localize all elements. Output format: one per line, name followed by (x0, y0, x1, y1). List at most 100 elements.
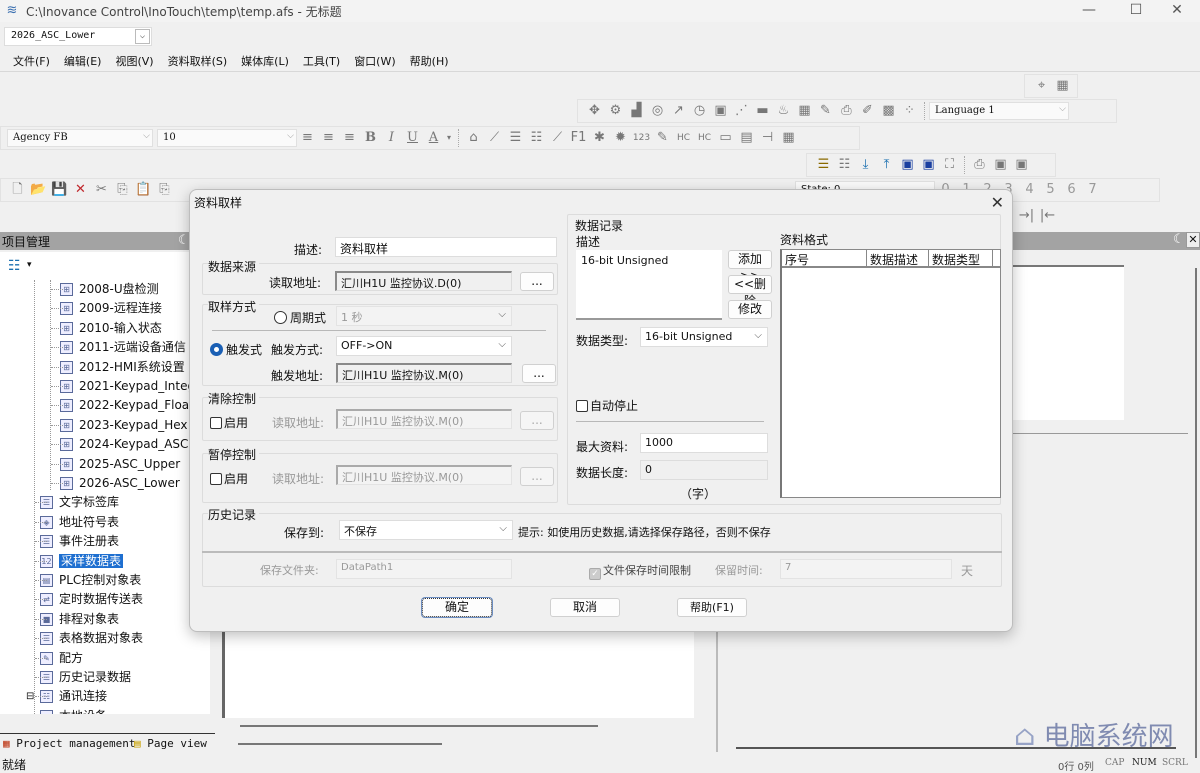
form-icon[interactable]: ▤ (736, 128, 757, 148)
tree-item[interactable]: ☰ 事件注册表 (35, 532, 119, 551)
xy-plot-icon[interactable]: ⋰ (731, 101, 752, 121)
menu-view[interactable]: 视图(V) (108, 50, 160, 72)
ok-button[interactable]: 确定 (422, 598, 492, 617)
trigger-mode-select[interactable]: OFF->ON ⌵ (336, 336, 512, 356)
italic-icon[interactable]: I (381, 128, 402, 148)
slider-icon[interactable]: ⊣ (757, 128, 778, 148)
language-select[interactable]: Language 1 ⌵ (929, 102, 1069, 120)
pen-icon[interactable]: ✐ (857, 101, 878, 121)
switch-icon[interactable]: ⟋ (484, 128, 505, 148)
column-header-index[interactable]: 序号 (782, 250, 867, 267)
tree-item[interactable]: ⊞ 2022-Keypad_Float (51, 396, 194, 415)
add-button[interactable]: 添加>> (728, 250, 772, 283)
chevron-down-icon[interactable]: ⌵ (143, 131, 150, 141)
column-header-description[interactable]: 数据描述 (867, 250, 929, 267)
bold-icon[interactable]: B (360, 128, 381, 148)
max-data-input[interactable]: 1000 (640, 433, 768, 453)
tree-item[interactable]: ⊞ 2008-U盘检测 (51, 280, 159, 299)
workspace-canvas[interactable] (1012, 265, 1124, 420)
chevron-down-icon[interactable]: ⌵ (1059, 104, 1066, 114)
offline-monitor-icon[interactable]: ▣ (918, 155, 939, 175)
state-7-button[interactable]: 7 (1082, 180, 1103, 200)
align-left-icon[interactable]: ≡ (297, 128, 318, 148)
upload-icon[interactable]: ⤒ (876, 155, 897, 175)
list-icon[interactable]: ☰ (505, 128, 526, 148)
save-icon[interactable]: 💾 (49, 180, 70, 200)
tab-project-management[interactable]: ▦ Project management (3, 737, 135, 750)
close-panel-icon[interactable]: ✕ (1186, 232, 1200, 248)
delete-icon[interactable]: ✕ (70, 180, 91, 200)
print-object-icon[interactable]: ⎙ (836, 101, 857, 121)
horizontal-scrollbar[interactable] (238, 743, 442, 745)
time-limit-checkbox[interactable]: ✓ 文件保存时间限制 (589, 562, 691, 580)
indicator-icon[interactable]: ✱ (589, 128, 610, 148)
save-folder-field[interactable]: DataPath1 (336, 559, 512, 579)
window-icon[interactable]: ▭ (715, 128, 736, 148)
record-desc-list[interactable]: 16-bit Unsigned (576, 250, 722, 320)
trigger-address-field[interactable]: 汇川H1U 监控协议.M(0) (336, 363, 512, 383)
state-6-button[interactable]: 6 (1061, 180, 1082, 200)
spinner-icon[interactable]: ⁘ (899, 101, 920, 121)
close-window-button[interactable]: ✕ (1154, 0, 1200, 22)
tree-item[interactable]: ✎ 配方 (35, 649, 83, 668)
table-object-icon[interactable]: ▦ (794, 101, 815, 121)
data-type-select[interactable]: 16-bit Unsigned ⌵ (640, 327, 768, 347)
monitor-icon[interactable]: ▬ (752, 101, 773, 121)
align-left-edge-icon[interactable]: |← (1037, 206, 1058, 226)
location-icon[interactable]: ⌖ (1031, 76, 1052, 96)
tree-item[interactable]: ⊞ 2026-ASC_Lower (51, 474, 180, 493)
note-icon[interactable]: ✎ (815, 101, 836, 121)
maximize-button[interactable]: ☐ (1113, 0, 1159, 22)
copy-icon[interactable]: ⎘ (112, 180, 133, 200)
tree-item[interactable]: ☰ 表格数据对象表 (35, 629, 143, 648)
page-view-canvas[interactable] (222, 632, 694, 718)
numeric-display-icon[interactable]: ▣ (710, 101, 731, 121)
matrix-icon[interactable]: ▩ (878, 101, 899, 121)
vertical-scrollbar[interactable] (1195, 268, 1197, 758)
tree-item[interactable]: ■ 排程对象表 (35, 610, 119, 629)
calendar-icon[interactable]: ▦ (778, 128, 799, 148)
move-icon[interactable]: ✥ (584, 101, 605, 121)
state-5-button[interactable]: 5 (1040, 180, 1061, 200)
clear-browse-button[interactable]: ... (520, 411, 554, 430)
tree-item[interactable]: ☰ 文字标签库 (35, 493, 119, 512)
menu-help[interactable]: 帮助(H) (403, 50, 456, 72)
character-input-icon[interactable]: HC (673, 128, 694, 148)
menu-window[interactable]: 窗口(W) (347, 50, 402, 72)
description-input[interactable]: 资料取样 (335, 237, 557, 257)
download-icon[interactable]: ⤓ (855, 155, 876, 175)
export-icon[interactable]: ▣ (990, 155, 1011, 175)
list-item[interactable]: 16-bit Unsigned (581, 254, 717, 267)
minimize-button[interactable]: — (1066, 0, 1112, 22)
pause-browse-button[interactable]: ... (520, 467, 554, 486)
gear-icon[interactable]: ✹ (610, 128, 631, 148)
multi-list-icon[interactable]: ☷ (526, 128, 547, 148)
dropdown-arrow-icon[interactable]: ▾ (444, 128, 454, 148)
tree-item[interactable]: ⊞ 2024-Keypad_ASCII (51, 435, 196, 454)
pin-icon[interactable]: ☾ (1173, 232, 1185, 247)
font-color-icon[interactable]: A (423, 128, 444, 148)
menu-media-library[interactable]: 媒体库(L) (234, 50, 296, 72)
function-key-icon[interactable]: F1 (568, 128, 589, 148)
help-button[interactable]: 帮助(F1) (677, 598, 747, 617)
new-file-icon[interactable]: 🗋 (7, 180, 28, 200)
tree-item[interactable]: ▬ 本地设备 (40, 707, 107, 714)
tree-item[interactable]: ⊞ 2010-输入状态 (51, 319, 162, 338)
import-icon[interactable]: ▣ (1011, 155, 1032, 175)
numeric-input-icon[interactable]: 123 (631, 128, 652, 148)
network-icon[interactable]: ⛶ (939, 155, 960, 175)
cancel-button[interactable]: 取消 (550, 598, 620, 617)
tree-item[interactable]: ⊞ 2023-Keypad_Hex (51, 416, 188, 435)
menu-file[interactable]: 文件(F) (6, 50, 57, 72)
online-sim-icon[interactable]: ▣ (897, 155, 918, 175)
state-4-button[interactable]: 4 (1019, 180, 1040, 200)
dropdown-arrow-icon[interactable]: ▾ (27, 260, 32, 270)
recipe-object-icon[interactable]: ♨ (773, 101, 794, 121)
align-center-icon[interactable]: ≡ (318, 128, 339, 148)
underline-icon[interactable]: U (402, 128, 423, 148)
trend-icon[interactable]: ↗ (668, 101, 689, 121)
font-size-select[interactable]: 10 ⌵ (157, 129, 297, 147)
multi-copy-icon[interactable]: ⎘ (154, 180, 175, 200)
print-icon[interactable]: ⎙ (969, 155, 990, 175)
font-name-select[interactable]: Agency FB ⌵ (7, 129, 153, 147)
